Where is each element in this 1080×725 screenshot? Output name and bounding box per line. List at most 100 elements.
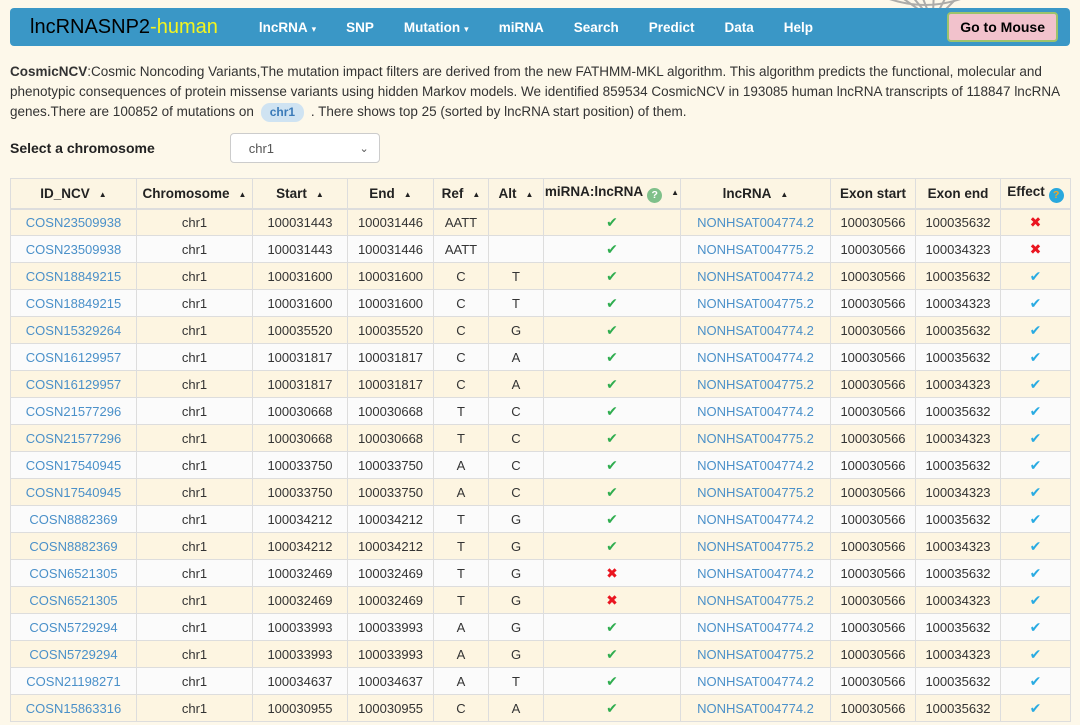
lncrna-link[interactable]: NONHSAT004774.2 (697, 269, 814, 284)
lncrna-link[interactable]: NONHSAT004774.2 (697, 620, 814, 635)
chromosome-select[interactable]: chr1 ⌄ (230, 133, 380, 163)
table-row: COSN23509938chr1100031443100031446AATT✔N… (11, 209, 1071, 236)
nav-item-mutation[interactable]: Mutation▾ (389, 10, 484, 45)
cell-id-ncv: COSN21577296 (11, 425, 137, 452)
cell-exon-end: 100035632 (916, 317, 1001, 344)
lncrna-link[interactable]: NONHSAT004774.2 (697, 215, 814, 230)
lncrna-link[interactable]: NONHSAT004774.2 (697, 350, 814, 365)
cell-ref: A (434, 614, 489, 641)
check-icon: ✔ (606, 619, 618, 635)
lncrna-link[interactable]: NONHSAT004774.2 (697, 458, 814, 473)
nav-item-lncrna[interactable]: lncRNA▾ (244, 10, 331, 45)
cell-start: 100033750 (253, 479, 348, 506)
cell-alt: C (489, 398, 544, 425)
cell-id-ncv: COSN21577296 (11, 398, 137, 425)
column-header-start[interactable]: Start▲ (253, 179, 348, 209)
ncv-link[interactable]: COSN6521305 (29, 566, 117, 581)
table-row: COSN17540945chr1100033750100033750AC✔NON… (11, 479, 1071, 506)
cell-effect: ✔ (1001, 371, 1071, 398)
column-header-id-ncv[interactable]: ID_NCV▲ (11, 179, 137, 209)
lncrna-link[interactable]: NONHSAT004775.2 (697, 593, 814, 608)
nav-item-search[interactable]: Search (559, 10, 634, 45)
nav-item-predict[interactable]: Predict (634, 10, 710, 45)
lncrna-link[interactable]: NONHSAT004775.2 (697, 431, 814, 446)
ncv-link[interactable]: COSN21577296 (26, 404, 121, 419)
column-header-ref[interactable]: Ref▲ (434, 179, 489, 209)
column-header-alt[interactable]: Alt▲ (489, 179, 544, 209)
cell-alt: G (489, 641, 544, 668)
cell-exon-start: 100030566 (831, 371, 916, 398)
cell-end: 100031817 (348, 371, 434, 398)
nav-item-data[interactable]: Data (710, 10, 769, 45)
cell-mirna-lncrna: ✔ (544, 452, 681, 479)
column-header-lncrna[interactable]: lncRNA▲ (681, 179, 831, 209)
column-header-chromosome[interactable]: Chromosome▲ (137, 179, 253, 209)
lncrna-link[interactable]: NONHSAT004775.2 (697, 242, 814, 257)
cell-lncrna: NONHSAT004774.2 (681, 695, 831, 722)
cell-exon-end: 100034323 (916, 425, 1001, 452)
cell-exon-start: 100030566 (831, 587, 916, 614)
cell-end: 100034212 (348, 506, 434, 533)
ncv-link[interactable]: COSN15329264 (26, 323, 121, 338)
description-text: CosmicNCV:Cosmic Noncoding Variants,The … (10, 62, 1070, 122)
column-header-end[interactable]: End▲ (348, 179, 434, 209)
go-to-mouse-button[interactable]: Go to Mouse (947, 12, 1058, 42)
cell-chromosome: chr1 (137, 641, 253, 668)
nav-item-mirna[interactable]: miRNA (484, 10, 559, 45)
check-icon: ✔ (1030, 646, 1042, 662)
cell-chromosome: chr1 (137, 668, 253, 695)
lncrna-link[interactable]: NONHSAT004774.2 (697, 674, 814, 689)
ncv-link[interactable]: COSN16129957 (26, 350, 121, 365)
ncv-link[interactable]: COSN5729294 (29, 647, 117, 662)
ncv-link[interactable]: COSN8882369 (29, 512, 117, 527)
column-header-mirna-lncrna[interactable]: miRNA:lncRNA?▲ (544, 179, 681, 209)
cell-end: 100031817 (348, 344, 434, 371)
ncv-link[interactable]: COSN23509938 (26, 242, 121, 257)
ncv-link[interactable]: COSN18849215 (26, 296, 121, 311)
lncrna-link[interactable]: NONHSAT004775.2 (697, 539, 814, 554)
ncv-link[interactable]: COSN17540945 (26, 458, 121, 473)
cell-id-ncv: COSN17540945 (11, 479, 137, 506)
cell-lncrna: NONHSAT004774.2 (681, 317, 831, 344)
cell-lncrna: NONHSAT004775.2 (681, 236, 831, 263)
help-icon[interactable]: ? (1049, 188, 1064, 203)
lncrna-link[interactable]: NONHSAT004775.2 (697, 647, 814, 662)
ncv-link[interactable]: COSN8882369 (29, 539, 117, 554)
ncv-link[interactable]: COSN18849215 (26, 269, 121, 284)
cell-lncrna: NONHSAT004774.2 (681, 614, 831, 641)
ncv-link[interactable]: COSN5729294 (29, 620, 117, 635)
lncrna-link[interactable]: NONHSAT004774.2 (697, 323, 814, 338)
cell-exon-end: 100035632 (916, 398, 1001, 425)
lncrna-link[interactable]: NONHSAT004775.2 (697, 485, 814, 500)
cell-exon-end: 100034323 (916, 587, 1001, 614)
ncv-link[interactable]: COSN23509938 (26, 215, 121, 230)
lncrna-link[interactable]: NONHSAT004774.2 (697, 566, 814, 581)
cell-exon-end: 100035632 (916, 263, 1001, 290)
ncv-link[interactable]: COSN21198271 (26, 674, 120, 689)
ncv-link[interactable]: COSN6521305 (29, 593, 117, 608)
cell-ref: A (434, 668, 489, 695)
lncrna-link[interactable]: NONHSAT004774.2 (697, 512, 814, 527)
cell-lncrna: NONHSAT004774.2 (681, 344, 831, 371)
help-icon[interactable]: ? (647, 188, 662, 203)
ncv-link[interactable]: COSN21577296 (26, 431, 121, 446)
cell-lncrna: NONHSAT004775.2 (681, 641, 831, 668)
cell-end: 100030955 (348, 695, 434, 722)
lncrna-link[interactable]: NONHSAT004775.2 (697, 296, 814, 311)
cell-ref: C (434, 317, 489, 344)
results-table-wrap: ID_NCV▲Chromosome▲Start▲End▲Ref▲Alt▲miRN… (10, 178, 1070, 722)
lncrna-link[interactable]: NONHSAT004774.2 (697, 404, 814, 419)
check-icon: ✔ (606, 511, 618, 527)
cell-exon-start: 100030566 (831, 506, 916, 533)
cell-id-ncv: COSN17540945 (11, 452, 137, 479)
cell-effect: ✔ (1001, 641, 1071, 668)
nav-item-snp[interactable]: SNP (331, 10, 389, 45)
lncrna-link[interactable]: NONHSAT004774.2 (697, 701, 814, 716)
cell-lncrna: NONHSAT004774.2 (681, 398, 831, 425)
ncv-link[interactable]: COSN16129957 (26, 377, 121, 392)
ncv-link[interactable]: COSN15863316 (26, 701, 121, 716)
lncrna-link[interactable]: NONHSAT004775.2 (697, 377, 814, 392)
ncv-link[interactable]: COSN17540945 (26, 485, 121, 500)
cell-effect: ✔ (1001, 452, 1071, 479)
nav-item-help[interactable]: Help (769, 10, 828, 45)
